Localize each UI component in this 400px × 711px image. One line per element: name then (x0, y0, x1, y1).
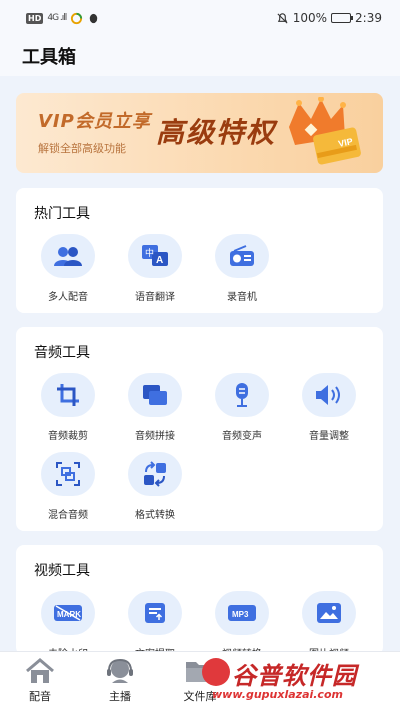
bottom-tab-bar: 配音 主播 文件库 (0, 651, 400, 711)
battery-percent: 100% (292, 11, 328, 25)
mp3-icon: MP3 (228, 605, 256, 621)
watermark-icon: MARK (54, 605, 82, 621)
page-title: 工具箱 (22, 47, 76, 68)
signal-icon: 4G .ıll (47, 13, 67, 23)
app-notify-icon (71, 12, 83, 24)
tool-recorder[interactable]: 录音机 (202, 234, 282, 303)
image-icon (317, 603, 341, 623)
tab-file-library[interactable]: 文件库 (165, 658, 235, 704)
people-icon (54, 247, 82, 266)
qq-icon (90, 13, 98, 23)
status-bar: HD 4G .ıll 100% 2:39 (0, 0, 400, 36)
tool-volume-adjust[interactable]: 音量调整 (289, 373, 369, 442)
tab-dubbing[interactable]: 配音 (5, 658, 75, 704)
microphone-icon (236, 383, 248, 407)
tab-label: 配音 (29, 690, 51, 703)
video-tools-title: 视频工具 (34, 563, 90, 579)
merge-icon (143, 385, 167, 405)
tool-multi-dubbing[interactable]: 多人配音 (28, 234, 108, 303)
home-icon (26, 658, 54, 683)
radio-icon (230, 245, 254, 266)
tool-label: 音量调整 (309, 431, 349, 442)
vip-headline: 高级特权 (156, 116, 277, 149)
volume-icon (316, 385, 340, 405)
tool-audio-crop[interactable]: 音频裁剪 (28, 373, 108, 442)
hot-tools-card: 热门工具 多人配音 中 A 语音翻译 录音机 (16, 188, 383, 313)
tool-label: 音频裁剪 (48, 431, 88, 442)
text-extract-icon (145, 603, 165, 623)
crop-icon (57, 384, 79, 406)
mix-icon (56, 462, 80, 486)
hd-chip: HD (26, 12, 44, 24)
vip-slogan: VIP会员立享 (38, 111, 151, 132)
tool-label: 多人配音 (48, 292, 88, 303)
mp3-badge-text: MP3 (232, 610, 249, 619)
audio-tools-card: 音频工具 音频裁剪 音频拼接 音频变声 音量调整 混合音频 格式转换 (16, 327, 383, 531)
vip-banner[interactable]: VIP会员立享 解锁全部高级功能 高级特权 VIP (16, 93, 383, 173)
tool-audio-merge[interactable]: 音频拼接 (115, 373, 195, 442)
tool-label: 录音机 (227, 292, 257, 303)
svg-text:中: 中 (145, 247, 154, 259)
status-left: HD 4G .ıll (26, 12, 100, 25)
folder-icon (186, 662, 214, 682)
tool-voice-change[interactable]: 音频变声 (202, 373, 282, 442)
hot-tools-title: 热门工具 (34, 206, 90, 222)
clock: 2:39 (355, 11, 382, 25)
tool-label: 语音翻译 (135, 292, 175, 303)
convert-icon (144, 461, 166, 487)
video-tools-card: 视频工具 MARK 去除水印 文案提取 MP3 (16, 545, 383, 660)
tool-label: 音频拼接 (135, 431, 175, 442)
tool-voice-translate[interactable]: 中 A 语音翻译 (115, 234, 195, 303)
tool-label: 音频变声 (222, 431, 262, 442)
tab-label: 文件库 (183, 690, 217, 703)
audio-tools-title: 音频工具 (34, 345, 90, 361)
status-right: 100% 2:39 (276, 11, 382, 25)
tab-label: 主播 (109, 690, 131, 703)
tab-anchor[interactable]: 主播 (85, 658, 155, 704)
headset-icon (107, 658, 133, 683)
tool-video-convert[interactable]: MP3 视频转换 (202, 591, 282, 660)
translate-icon: 中 A (142, 245, 168, 266)
tool-mix-audio[interactable]: 混合音频 (28, 452, 108, 521)
app-header: 工具箱 (0, 36, 400, 76)
tool-remove-watermark[interactable]: MARK 去除水印 (28, 591, 108, 660)
tool-label: 格式转换 (135, 510, 175, 521)
tool-format-convert[interactable]: 格式转换 (115, 452, 195, 521)
vip-subtitle: 解锁全部高级功能 (38, 142, 126, 155)
tool-text-extract[interactable]: 文案提取 (115, 591, 195, 660)
crown-card-icon: VIP (289, 97, 361, 165)
battery-icon (331, 13, 354, 23)
tool-label: 混合音频 (48, 510, 88, 521)
svg-text:A: A (156, 255, 163, 266)
mute-bell-icon (277, 12, 288, 24)
tool-image-video[interactable]: 图片视频 (289, 591, 369, 660)
